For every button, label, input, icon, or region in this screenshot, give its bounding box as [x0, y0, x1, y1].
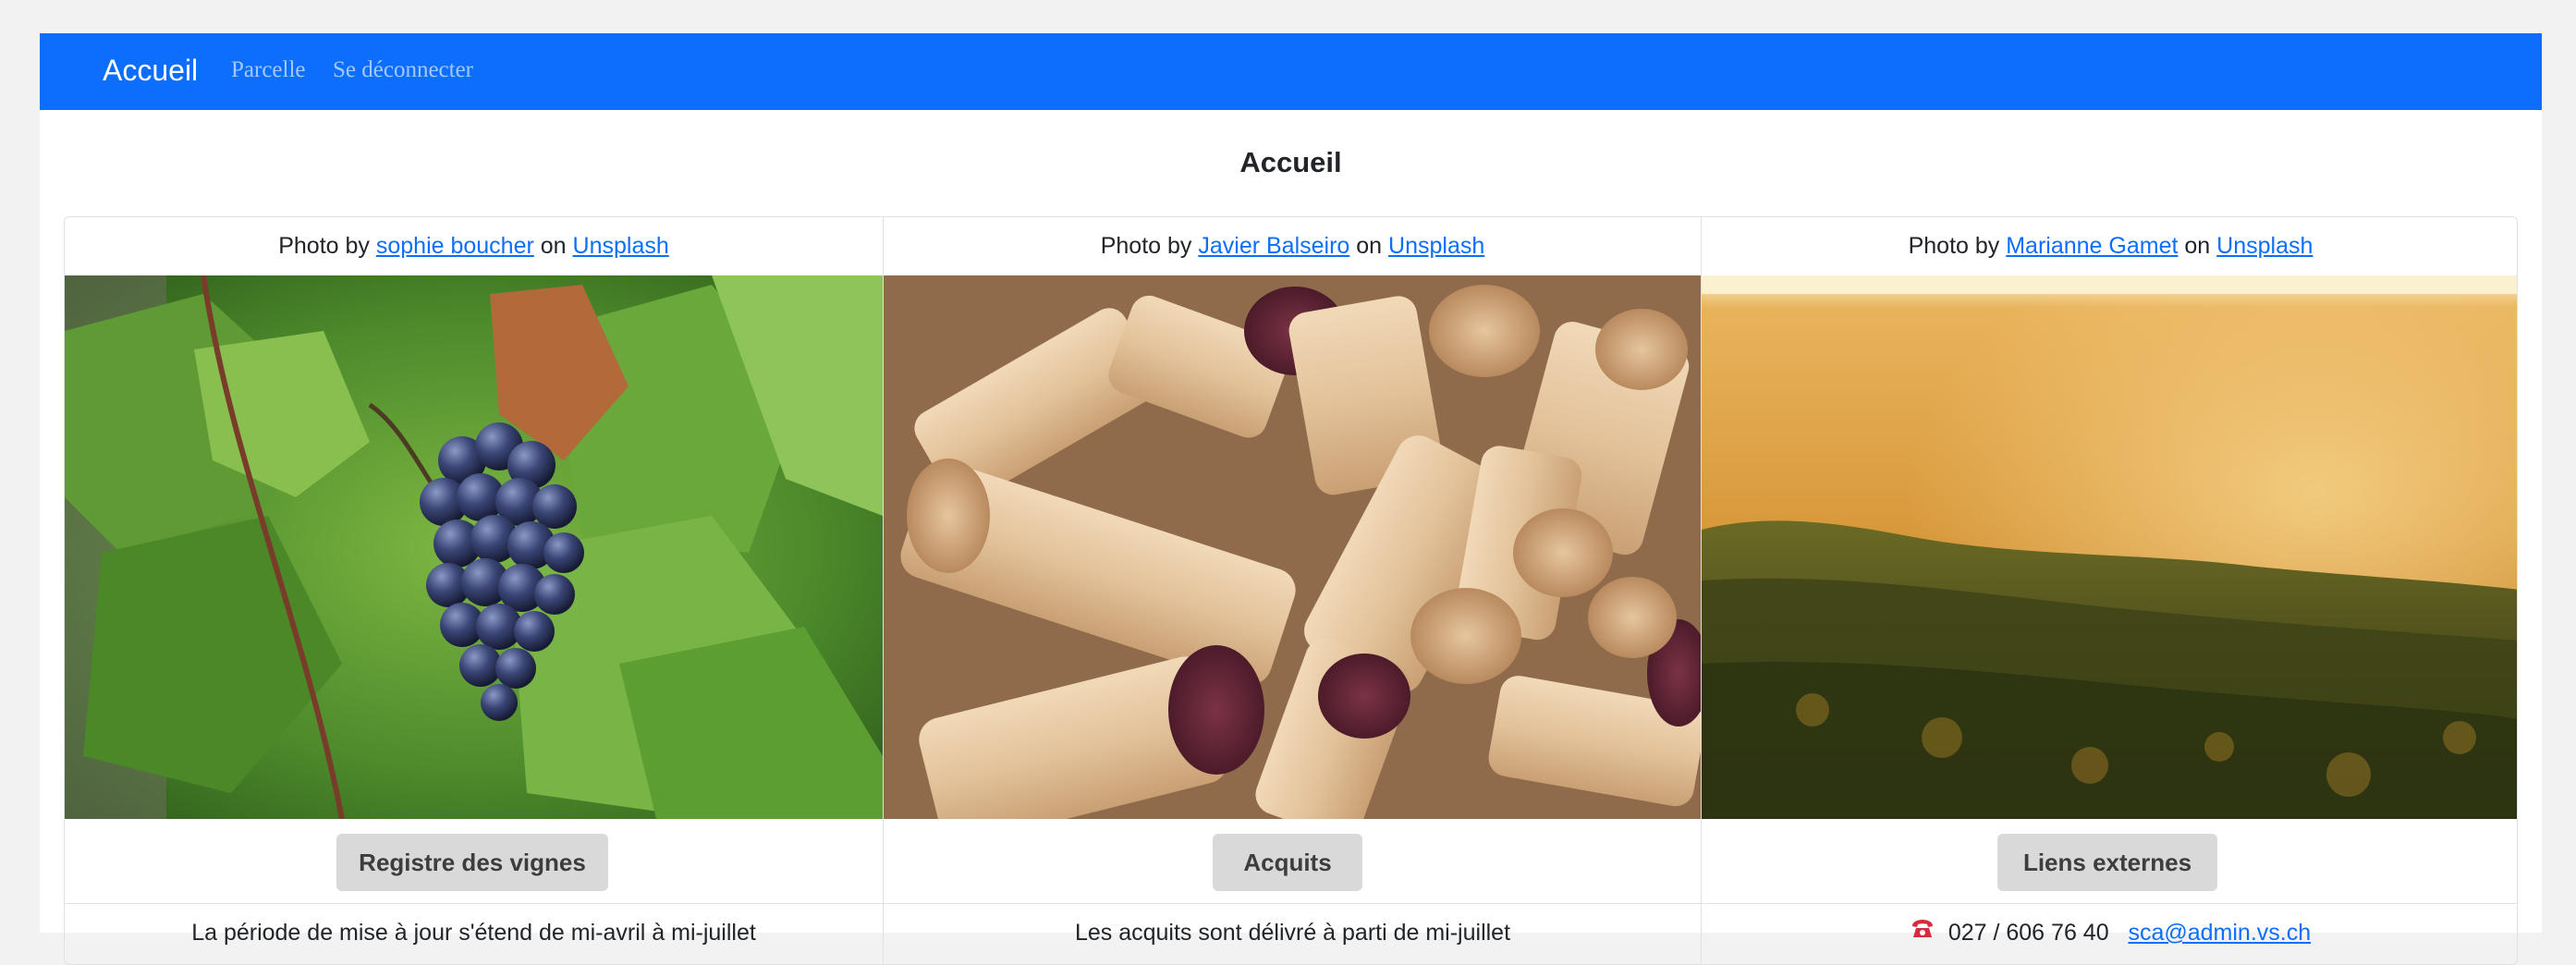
navbar-brand-accueil[interactable]: Accueil [103, 52, 198, 89]
credit-middle: on [2184, 233, 2211, 259]
photo-credit: Photo by Marianne Gamet on Unsplash [1702, 217, 2517, 275]
button-row: Registre des vignes [65, 819, 883, 904]
page-title: Accueil [1239, 146, 1342, 178]
nav-link-logout[interactable]: Se déconnecter [333, 56, 473, 84]
contact-info: 027 / 606 76 40 sca@admin.vs.ch [1702, 904, 2517, 964]
photo-credit: Photo by Javier Balseiro on Unsplash [884, 217, 1702, 275]
wine-corks-photo [884, 275, 1702, 819]
nav-link-parcelle[interactable]: Parcelle [231, 56, 306, 84]
photo-credit: Photo by sophie boucher on Unsplash [65, 217, 883, 275]
registre-des-vignes-button[interactable]: Registre des vignes [336, 834, 608, 891]
email-link[interactable]: sca@admin.vs.ch [2128, 920, 2311, 946]
credit-prefix: Photo by [278, 233, 370, 259]
button-row: Liens externes [1702, 819, 2517, 904]
credit-author-link[interactable]: Marianne Gamet [2006, 233, 2178, 259]
credit-middle: on [1356, 233, 1383, 259]
card-liens-externes: Photo by Marianne Gamet on Unsplash Lien… [1701, 217, 2517, 964]
credit-author-link[interactable]: Javier Balseiro [1198, 233, 1349, 259]
liens-externes-button[interactable]: Liens externes [1997, 834, 2217, 891]
card-registre: Photo by sophie boucher on Unsplash Regi… [65, 217, 883, 964]
top-navbar: Accueil Parcelle Se déconnecter [40, 33, 2542, 110]
grape-vine-photo [65, 275, 883, 819]
update-period-text: La période de mise à jour s'étend de mi-… [191, 920, 756, 946]
credit-unsplash-link[interactable]: Unsplash [1388, 233, 1484, 259]
credit-prefix: Photo by [1100, 233, 1192, 259]
button-row: Acquits [884, 819, 1702, 904]
credit-author-link[interactable]: sophie boucher [376, 233, 534, 259]
credit-unsplash-link[interactable]: Unsplash [573, 233, 669, 259]
card-acquits: Photo by Javier Balseiro on Unsplash Acq… [883, 217, 1702, 964]
acquits-info-text: Les acquits sont délivré à parti de mi-j… [1074, 920, 1511, 946]
vineyard-sunset-photo [1702, 275, 2517, 819]
credit-middle: on [540, 233, 567, 259]
phone-number: 027 / 606 76 40 [1947, 920, 2109, 946]
acquits-button[interactable]: Acquits [1213, 834, 1362, 891]
credit-unsplash-link[interactable]: Unsplash [2216, 233, 2313, 259]
card-grid: Photo by sophie boucher on Unsplash Regi… [64, 216, 2518, 965]
telephone-icon [1911, 918, 1935, 946]
page-frame: Accueil Parcelle Se déconnecter Accueil … [40, 33, 2542, 965]
credit-prefix: Photo by [1908, 233, 2000, 259]
